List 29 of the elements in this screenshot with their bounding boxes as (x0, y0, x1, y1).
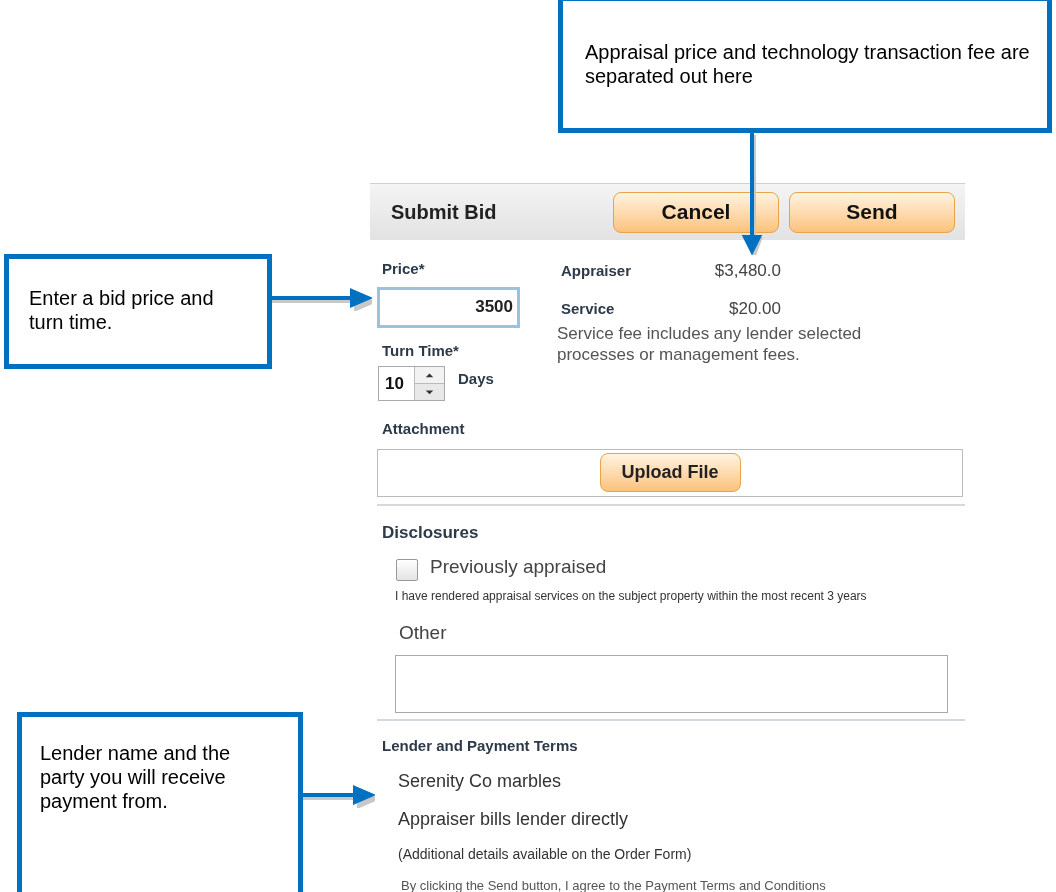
upload-file-button[interactable]: Upload File (599, 453, 741, 492)
billing-text: Appraiser bills lender directly (397, 807, 630, 831)
callout-text: Enter a bid price and turn time. (29, 286, 215, 334)
fee-amount: $20.00 (728, 297, 781, 320)
section-heading: Lender and Payment Terms (381, 736, 579, 756)
callout-text: Appraisal price and technology transaction fee are separated out here (585, 40, 1031, 88)
header-button[interactable]: Send (789, 191, 955, 233)
unit-label: Days (458, 369, 494, 390)
field-label: Attachment (381, 419, 466, 439)
form-title: Submit Bid (391, 200, 498, 225)
fee-amount: $3,480.0 (713, 260, 781, 282)
fee-label: Appraiser (561, 261, 633, 281)
agreement-text: By clicking the Send button, I agree to the Payment Terms and Conditions (400, 878, 827, 892)
header-button[interactable]: Cancel (613, 191, 779, 233)
checkbox[interactable] (396, 559, 418, 582)
turn-time-spinner[interactable]: 10 (378, 366, 445, 401)
callout-text: Lender name and the party you will receive payment from. (40, 741, 232, 813)
lender-name: Serenity Co marbles (397, 769, 563, 793)
field-label: Turn Time* (381, 340, 460, 361)
field-label: Price* (381, 259, 426, 279)
other-field[interactable] (395, 655, 948, 713)
details-note: (Additional details available on the Order Form) (397, 844, 693, 864)
price-field[interactable]: 3500 (377, 286, 520, 328)
fee-note: Service fee includes any lender selected processes or management fees. (557, 323, 863, 365)
section-heading: Disclosures (381, 521, 480, 544)
disclosure-description: I have rendered appraisal services on the subject property within the most recent 3 years (394, 587, 868, 605)
field-label: Other (398, 620, 448, 645)
fee-label: Service (561, 298, 616, 319)
checkbox-label[interactable]: Previously appraised (430, 553, 607, 582)
